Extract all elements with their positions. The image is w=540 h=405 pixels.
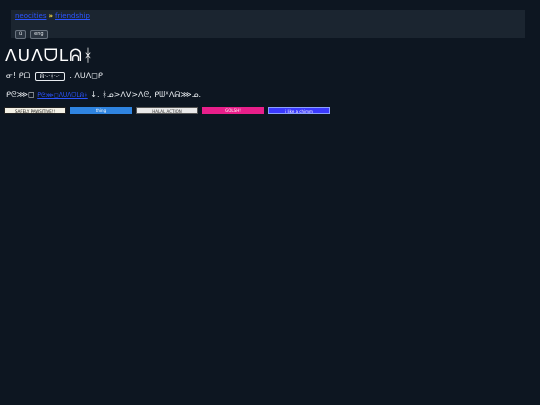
intro-suffix: . ᐱᑌᐱ◻ᑭ (69, 71, 103, 80)
badge-button-5[interactable]: i like a chimm (268, 107, 330, 114)
intro-line: ᓂ! ᑭᗝ ᕱ·-·ᚼ·-· . ᐱᑌᐱ◻ᑭ (6, 71, 103, 81)
breadcrumb-home-link[interactable]: neocities (15, 12, 46, 20)
key-sequence: ᕱ·-·ᚼ·-· (34, 72, 65, 81)
link-line-prefix: ᑭᘓ⋙◻ (6, 90, 35, 99)
page-link[interactable]: ᑭᘓ⋙◻ᐱᑌᐱᗜᒪᕱᚼ (37, 92, 88, 99)
top-bar: neocities» friendship ü eng (11, 10, 525, 39)
badge-row: SAFELY PAWSITIVE!! thing HALAL ACTION GO… (4, 107, 330, 114)
badge-button-1[interactable]: SAFELY PAWSITIVE!! (4, 107, 66, 114)
intro-prefix: ᓂ! ᑭᗝ (6, 71, 31, 80)
badge-button-4[interactable]: GOLSH! (202, 107, 264, 114)
lang-button-english[interactable]: eng (30, 30, 48, 39)
page-title: ᐱᑌᐱᗜᒪᕱᚼ (5, 46, 95, 66)
breadcrumb-separator: » (48, 12, 53, 20)
lang-button-native[interactable]: ü (15, 30, 27, 39)
breadcrumb: neocities» friendship (15, 12, 90, 21)
badge-button-3[interactable]: HALAL ACTION (136, 107, 198, 114)
breadcrumb-current-link[interactable]: friendship (55, 12, 90, 20)
badge-button-2[interactable]: thing (70, 107, 132, 114)
language-switcher: ü eng (15, 30, 48, 39)
link-line: ᑭᘓ⋙◻ ᑭᘓ⋙◻ᐱᑌᐱᗜᒪᕱᚼ ↓. ᚼᓄ>ᐱᐯ>ᐱᘓ, ᑭᗯᕽᐱᕱ⋙ᓄ. (6, 90, 201, 101)
link-line-suffix: ↓. ᚼᓄ>ᐱᐯ>ᐱᘓ, ᑭᗯᕽᐱᕱ⋙ᓄ. (90, 90, 202, 99)
